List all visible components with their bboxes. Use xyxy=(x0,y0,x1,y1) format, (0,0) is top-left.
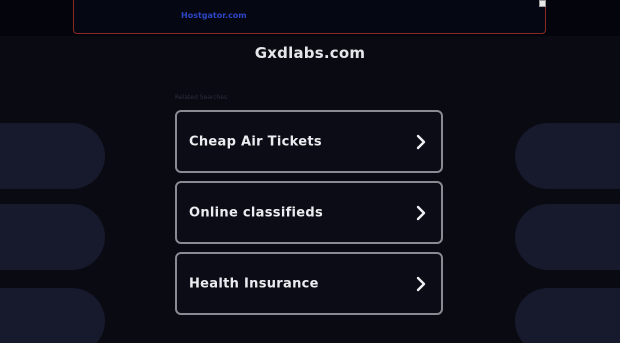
decor-blob-right-3 xyxy=(515,288,620,343)
chevron-right-icon xyxy=(416,134,426,149)
decor-blob-left-3 xyxy=(0,288,105,343)
domain-title: Gxdlabs.com xyxy=(254,44,366,62)
adchoices-icon[interactable] xyxy=(539,0,546,7)
related-link-health-insurance[interactable]: Health Insurance xyxy=(175,252,443,315)
related-link-label: Health Insurance xyxy=(189,276,319,291)
decor-blob-right-1 xyxy=(515,123,620,189)
ad-link[interactable]: Hostgator.com xyxy=(181,11,247,20)
related-link-online-classifieds[interactable]: Online classifieds xyxy=(175,181,443,244)
ad-banner[interactable]: Hostgator.com xyxy=(73,0,546,34)
related-link-cheap-air-tickets[interactable]: Cheap Air Tickets xyxy=(175,110,443,173)
parked-domain-page: Hostgator.com Gxdlabs.com Related Search… xyxy=(0,0,620,343)
decor-blob-left-2 xyxy=(0,204,105,270)
ad-banner-strip: Hostgator.com xyxy=(0,0,620,36)
related-link-label: Online classifieds xyxy=(189,205,324,220)
chevron-right-icon xyxy=(416,276,426,291)
related-link-label: Cheap Air Tickets xyxy=(189,134,322,149)
decor-blob-left-1 xyxy=(0,123,105,189)
related-searches-label: Related Searches xyxy=(175,94,228,101)
decor-blob-right-2 xyxy=(515,204,620,270)
chevron-right-icon xyxy=(416,205,426,220)
